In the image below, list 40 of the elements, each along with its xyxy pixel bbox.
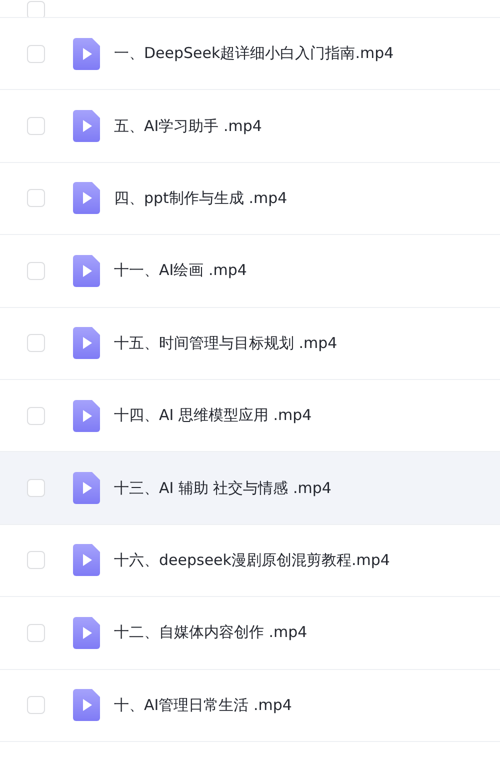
file-name: 四、ppt制作与生成 .mp4 [114, 188, 288, 208]
file-name: 一、DeepSeek超详细小白入门指南.mp4 [114, 44, 394, 64]
video-file-icon [73, 544, 100, 576]
file-name: 五、AI学习助手 .mp4 [114, 116, 262, 136]
checkbox[interactable] [27, 44, 45, 63]
checkbox[interactable] [27, 1, 45, 17]
video-file-icon [73, 254, 100, 287]
checkbox[interactable] [27, 479, 45, 498]
file-row[interactable]: 十三、AI 辅助 社交与情感 .mp4 [0, 452, 500, 525]
file-name: 十一、AI绘画 .mp4 [114, 261, 247, 280]
file-row[interactable]: 一、DeepSeek超详细小白入门指南.mp4 [0, 18, 500, 90]
file-row[interactable]: 四、ppt制作与生成 .mp4 [0, 162, 500, 236]
file-row[interactable]: 十、AI管理日常生活 .mp4 [0, 670, 500, 742]
video-file-icon [73, 689, 100, 722]
file-row[interactable]: 五、AI学习助手 .mp4 [0, 90, 500, 163]
checkbox[interactable] [27, 624, 45, 642]
checkbox[interactable] [27, 189, 45, 208]
checkbox[interactable] [27, 696, 45, 714]
file-row[interactable]: 十二、自媒体内容创作 .mp4 [0, 597, 500, 670]
file-name: 十六、deepseek漫剧原创混剪教程.mp4 [114, 550, 390, 570]
file-name: 十四、AI 思维模型应用 .mp4 [114, 406, 312, 426]
checkbox[interactable] [27, 262, 45, 280]
file-name: 十五、时间管理与目标规划 .mp4 [114, 334, 338, 353]
video-file-icon [73, 182, 100, 214]
video-file-icon [73, 472, 100, 504]
video-file-icon [73, 38, 100, 70]
video-file-icon [73, 110, 100, 142]
checkbox[interactable] [27, 117, 45, 136]
video-file-icon [73, 616, 100, 649]
video-file-icon [73, 400, 100, 432]
video-file-icon [73, 327, 100, 360]
checkbox[interactable] [27, 334, 45, 352]
file-name: 十、AI管理日常生活 .mp4 [114, 696, 292, 715]
file-row[interactable]: 十六、deepseek漫剧原创混剪教程.mp4 [0, 524, 500, 598]
file-name: 十三、AI 辅助 社交与情感 .mp4 [114, 478, 332, 498]
file-name: 十二、自媒体内容创作 .mp4 [114, 623, 308, 642]
file-row[interactable]: 十五、时间管理与目标规划 .mp4 [0, 308, 500, 380]
file-row[interactable]: 十一、AI绘画 .mp4 [0, 235, 500, 308]
checkbox[interactable] [27, 406, 45, 425]
checkbox[interactable] [27, 551, 45, 570]
